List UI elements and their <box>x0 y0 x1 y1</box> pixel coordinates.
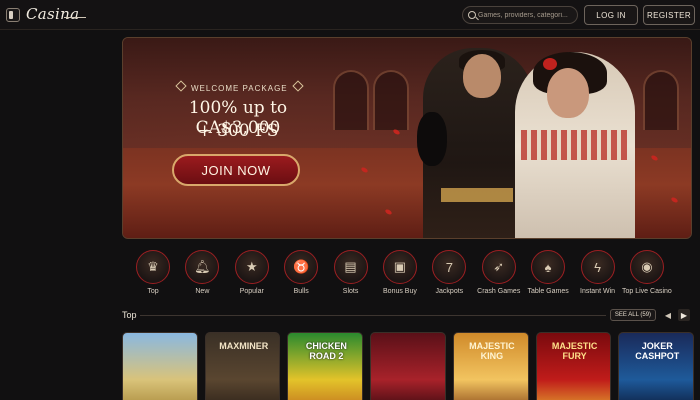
category-label: Bulls <box>293 288 309 295</box>
game-title: CHICKEN ROAD 2 <box>305 341 347 361</box>
game-title: JOKER CASHPOT <box>635 341 680 361</box>
search-box[interactable] <box>462 6 578 24</box>
carousel-prev-icon[interactable]: ◀ <box>662 309 674 321</box>
gift-icon: ▣ <box>382 250 417 284</box>
category-slots[interactable]: ▤ Slots <box>328 250 374 308</box>
slot-machine-icon: ▤ <box>333 250 368 284</box>
roulette-icon: ◉ <box>629 250 664 284</box>
dancer-rose <box>543 58 557 70</box>
sidebar-toggle-icon[interactable] <box>6 8 20 22</box>
arena-arch <box>643 70 679 130</box>
game-tile[interactable] <box>370 332 446 400</box>
dancer-shawl <box>521 130 627 160</box>
game-tile[interactable]: MAXMINER <box>204 332 281 400</box>
logo-flourish <box>64 17 86 18</box>
game-tile[interactable] <box>122 332 198 400</box>
game-tile[interactable]: MAJESTIC KING <box>452 332 529 400</box>
game-tile[interactable]: CHICKEN ROAD 2 <box>287 332 364 400</box>
category-bulls[interactable]: ♉ Bulls <box>278 250 324 308</box>
category-top[interactable]: ♛ Top <box>130 250 176 308</box>
category-jackpots[interactable]: 7 Jackpots <box>426 250 472 308</box>
category-new[interactable]: 🔔︎ New <box>179 250 225 308</box>
matador-hat <box>417 112 447 166</box>
game-tile[interactable]: JOKER CASHPOT <box>618 332 695 400</box>
category-label: Table Games <box>527 288 569 295</box>
game-tile[interactable]: MAJESTIC FURY <box>535 332 612 400</box>
rocket-icon: ➶ <box>481 250 516 284</box>
lightning-icon: ϟ <box>580 250 615 284</box>
top-games-row: MAXMINER CHICKEN ROAD 2 MAJESTIC KING MA… <box>122 332 695 400</box>
hero-banner[interactable]: WELCOME PACKAGE 100% up to CA$3,000 + 30… <box>122 37 692 239</box>
star-icon: ★ <box>234 250 269 284</box>
category-label: Instant Win <box>580 288 616 295</box>
join-now-button[interactable]: JOIN NOW <box>172 154 300 186</box>
register-button[interactable]: REGISTER <box>643 5 695 25</box>
matador-face <box>463 54 501 98</box>
category-label: Popular <box>239 288 264 295</box>
see-all-button[interactable]: SEE ALL (59) <box>610 309 656 321</box>
top-header: Casina LOG IN REGISTER <box>0 0 700 30</box>
category-top-live-casino[interactable]: ◉ Top Live Casino <box>622 250 672 308</box>
category-popular[interactable]: ★ Popular <box>229 250 275 308</box>
cards-icon: ♠ <box>531 250 566 284</box>
welcome-package-tag: WELCOME PACKAGE <box>171 82 308 93</box>
crown-icon: ♛ <box>136 250 170 284</box>
category-label: Top Live Casino <box>622 288 672 295</box>
search-input[interactable] <box>478 8 576 22</box>
search-icon <box>468 11 476 19</box>
category-label: Jackpots <box>435 288 464 295</box>
category-label: New <box>195 288 210 295</box>
game-title: MAJESTIC KING <box>469 341 515 361</box>
matador-sash <box>441 188 513 202</box>
category-label: Crash Games <box>477 288 521 295</box>
category-crash-games[interactable]: ➶ Crash Games <box>476 250 522 308</box>
seven-icon: 7 <box>432 250 467 284</box>
category-bar: ♛ Top 🔔︎ New ★ Popular ♉ Bulls ▤ Slots ▣… <box>130 250 672 308</box>
category-label: Bonus Buy <box>383 288 417 295</box>
category-label: Top <box>147 288 159 295</box>
bull-icon: ♉ <box>284 250 319 284</box>
game-title: MAXMINER <box>219 341 269 351</box>
category-table-games[interactable]: ♠ Table Games <box>525 250 571 308</box>
bell-icon: 🔔︎ <box>185 250 220 284</box>
section-title: Top <box>122 310 137 320</box>
dancer-face <box>547 68 589 118</box>
category-instant-win[interactable]: ϟ Instant Win <box>575 250 621 308</box>
arena-arch <box>333 70 369 130</box>
logo[interactable]: Casina <box>26 5 79 23</box>
game-title: MAJESTIC FURY <box>551 341 598 361</box>
arena-arch <box>373 70 409 130</box>
hero-title-line2: + 300 FS <box>197 121 279 141</box>
category-label: Slots <box>342 288 359 295</box>
category-bonus-buy[interactable]: ▣ Bonus Buy <box>377 250 423 308</box>
login-button[interactable]: LOG IN <box>584 5 638 25</box>
carousel-next-icon[interactable]: ▶ <box>678 309 690 321</box>
section-divider <box>140 315 606 316</box>
